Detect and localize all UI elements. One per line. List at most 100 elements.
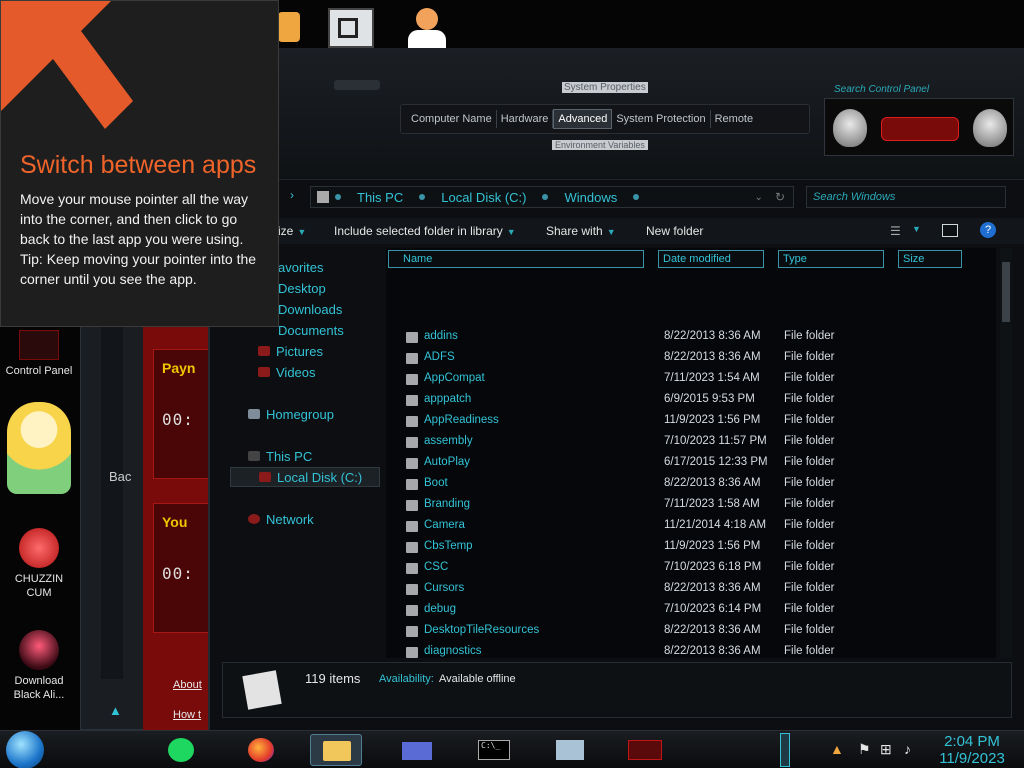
drive-icon bbox=[259, 472, 271, 482]
table-row[interactable]: ADFS 8/22/2013 8:36 AM File folder bbox=[406, 351, 992, 372]
file-date: 7/10/2023 11:57 PM bbox=[664, 435, 767, 447]
network-icon[interactable]: ⊞ bbox=[880, 741, 892, 758]
howto-link[interactable]: How t bbox=[173, 709, 201, 721]
file-date: 6/17/2015 12:33 PM bbox=[664, 456, 768, 468]
address-bar[interactable]: This PC Local Disk (C:) Windows ⌄ ↻ bbox=[310, 186, 794, 208]
search-input[interactable]: Search Windows bbox=[806, 186, 1006, 208]
nav-network[interactable]: Network bbox=[248, 512, 314, 527]
environment-variables-label[interactable]: Environment Variables bbox=[552, 140, 648, 150]
table-row[interactable]: Boot 8/22/2013 8:36 AM File folder bbox=[406, 477, 992, 498]
breadcrumb-windows[interactable]: Windows bbox=[554, 190, 627, 205]
desktop-icon-control-panel[interactable]: Control Panel bbox=[0, 330, 78, 378]
chevron-down-icon[interactable]: ⌄ bbox=[755, 192, 763, 203]
background-window[interactable]: ▲ Bac Payn 00: You 00: About How t bbox=[80, 318, 213, 731]
back-label: Bac bbox=[109, 469, 132, 484]
nav-downloads[interactable]: Downloads bbox=[278, 302, 342, 317]
tab-hardware[interactable]: Hardware bbox=[497, 110, 554, 128]
folder-thumbnail-icon bbox=[242, 670, 282, 710]
nav-label: Homegroup bbox=[266, 407, 334, 422]
table-row[interactable]: Cursors 8/22/2013 8:36 AM File folder bbox=[406, 582, 992, 603]
tab-computer-name[interactable]: Computer Name bbox=[407, 110, 497, 128]
breadcrumb-local-disk[interactable]: Local Disk (C:) bbox=[431, 190, 536, 205]
nav-desktop[interactable]: Desktop bbox=[278, 281, 326, 296]
taskbar-app-cmd[interactable]: C:\_ bbox=[470, 734, 522, 766]
file-name: apppatch bbox=[424, 393, 472, 405]
organize-button[interactable]: ize ▼ bbox=[278, 224, 306, 238]
forward-arrow-icon[interactable]: › bbox=[290, 188, 294, 202]
nav-label: Videos bbox=[276, 365, 316, 380]
column-name[interactable]: Name bbox=[388, 250, 644, 268]
volume-icon[interactable]: ♪ bbox=[904, 741, 911, 757]
table-row[interactable]: apppatch 6/9/2015 9:53 PM File folder bbox=[406, 393, 992, 414]
table-row[interactable]: DesktopTileResources 8/22/2013 8:36 AM Fil… bbox=[406, 624, 992, 645]
app-icon-maze[interactable] bbox=[326, 6, 374, 48]
new-folder-button[interactable]: New folder bbox=[646, 224, 703, 238]
file-type: File folder bbox=[784, 645, 835, 657]
column-date-modified[interactable]: Date modified bbox=[658, 250, 764, 268]
tab-system-protection[interactable]: System Protection bbox=[612, 110, 711, 128]
share-with-button[interactable]: Share with ▼ bbox=[546, 224, 616, 238]
table-row[interactable]: AppCompat 7/11/2023 1:54 AM File folder bbox=[406, 372, 992, 393]
file-date: 7/11/2023 1:58 AM bbox=[664, 498, 760, 510]
table-row[interactable]: Camera 11/21/2014 4:18 AM File folder bbox=[406, 519, 992, 540]
file-explorer-window[interactable]: System Properties Computer Name Hardware… bbox=[208, 48, 1024, 730]
nav-label: Network bbox=[266, 512, 314, 527]
nav-videos[interactable]: Videos bbox=[258, 365, 316, 380]
include-in-library-button[interactable]: Include selected folder in library ▼ bbox=[334, 224, 516, 238]
taskbar-app-monitor[interactable] bbox=[544, 734, 596, 766]
preview-pane-icon[interactable] bbox=[942, 224, 958, 237]
column-type[interactable]: Type bbox=[778, 250, 884, 268]
show-desktop-button[interactable] bbox=[780, 733, 790, 767]
view-options-icon[interactable]: ☰ bbox=[890, 224, 901, 238]
desktop-icon-sts[interactable] bbox=[0, 402, 78, 498]
app-icon-orange[interactable] bbox=[276, 6, 322, 46]
nav-pictures[interactable]: Pictures bbox=[258, 344, 323, 359]
taskbar-app-spotify[interactable] bbox=[156, 734, 208, 766]
nav-label: Pictures bbox=[276, 344, 323, 359]
about-link[interactable]: About bbox=[173, 679, 202, 691]
taskbar-app-system[interactable] bbox=[392, 734, 444, 766]
monitor-icon bbox=[556, 740, 584, 760]
separator-icon bbox=[419, 194, 426, 200]
scrollbar-thumb[interactable] bbox=[1002, 262, 1010, 322]
breadcrumb-this-pc[interactable]: This PC bbox=[347, 190, 413, 205]
taskbar-app-alien[interactable] bbox=[620, 734, 672, 766]
chevron-down-icon[interactable]: ▼ bbox=[912, 224, 921, 234]
titlebar-button-group[interactable] bbox=[334, 80, 380, 90]
tab-advanced[interactable]: Advanced bbox=[553, 109, 613, 129]
file-name: CbsTemp bbox=[424, 540, 473, 552]
desktop-icon-chuzzin[interactable]: CHUZZIN CUM bbox=[0, 528, 78, 600]
control-panel-search[interactable]: Search Control Panel bbox=[834, 84, 929, 95]
table-row[interactable]: Branding 7/11/2023 1:58 AM File folder bbox=[406, 498, 992, 519]
tray-app-icon[interactable]: ▲ bbox=[830, 741, 844, 757]
table-row[interactable]: addins 8/22/2013 8:36 AM File folder bbox=[406, 330, 992, 351]
file-type: File folder bbox=[784, 624, 835, 636]
table-row[interactable]: assembly 7/10/2023 11:57 PM File folder bbox=[406, 435, 992, 456]
vertical-scrollbar[interactable] bbox=[1000, 248, 1012, 658]
nav-favorites[interactable]: avorites bbox=[278, 260, 324, 275]
up-arrow-icon[interactable]: ▲ bbox=[109, 703, 122, 718]
tab-remote[interactable]: Remote bbox=[711, 110, 758, 128]
flag-icon[interactable]: ⚑ bbox=[858, 741, 871, 758]
table-row[interactable]: CSC 7/10/2023 6:18 PM File folder bbox=[406, 561, 992, 582]
folder-icon bbox=[406, 500, 418, 511]
table-row[interactable]: AutoPlay 6/17/2015 12:33 PM File folder bbox=[406, 456, 992, 477]
refresh-icon[interactable]: ↻ bbox=[775, 190, 785, 204]
file-name: assembly bbox=[424, 435, 473, 447]
nav-this-pc[interactable]: This PC bbox=[248, 449, 312, 464]
nav-homegroup[interactable]: Homegroup bbox=[248, 407, 334, 422]
table-row[interactable]: AppReadiness 11/9/2023 1:56 PM File folder bbox=[406, 414, 992, 435]
start-button[interactable] bbox=[6, 731, 44, 768]
table-row[interactable]: debug 7/10/2023 6:14 PM File folder bbox=[406, 603, 992, 624]
clock[interactable]: 2:04 PM 11/9/2023 bbox=[932, 733, 1012, 767]
table-row[interactable]: CbsTemp 11/9/2023 1:56 PM File folder bbox=[406, 540, 992, 561]
taskbar-app-firefox[interactable] bbox=[236, 734, 288, 766]
help-icon[interactable]: ? bbox=[980, 222, 996, 238]
taskbar-app-file-explorer[interactable] bbox=[310, 734, 362, 766]
app-icon-user[interactable] bbox=[404, 6, 450, 48]
file-type: File folder bbox=[784, 519, 835, 531]
nav-local-disk[interactable]: Local Disk (C:) bbox=[230, 467, 380, 487]
desktop-icon-download-black-alien[interactable]: Download Black Ali... bbox=[0, 630, 78, 702]
nav-documents[interactable]: Documents bbox=[278, 323, 344, 338]
column-size[interactable]: Size bbox=[898, 250, 962, 268]
